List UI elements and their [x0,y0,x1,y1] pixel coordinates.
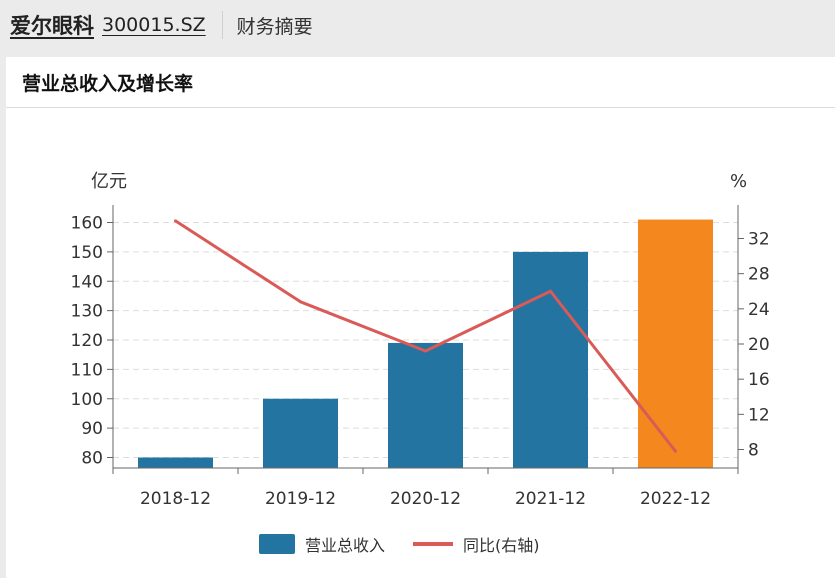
y-left-tick-label: 130 [71,302,103,322]
yoy-growth-point [674,449,677,453]
y-right-tick-label: 12 [748,405,770,425]
y-left-tick-label: 110 [71,360,103,380]
revenue-bar [388,342,463,468]
revenue-bar [513,251,588,468]
y-right-tick-label: 8 [748,441,759,461]
y-left-tick-label: 160 [71,214,103,234]
y-left-tick-label: 120 [71,331,103,351]
y-left-tick-label: 90 [81,419,103,439]
x-tick-label: 2021-12 [515,489,586,509]
y-right-tick-label: 28 [748,265,770,285]
yoy-growth-point [299,300,302,304]
y-right-unit-label: % [730,171,747,192]
chart-legend: 营业总收入 同比(右轴) [259,532,540,556]
y-right-tick-label: 16 [748,370,770,390]
revenue-chart: 80 90 100 110 120 130 140 150 160 8 12 16 20 24 28 32 20… [71,171,770,509]
revenue-bar [638,219,713,468]
y-left-tick-label: 80 [81,449,103,469]
yoy-growth-point [549,289,552,293]
y-right-tick-label: 20 [748,335,770,355]
x-tick-label: 2020-12 [390,489,461,509]
yoy-growth-point [424,349,427,353]
revenue-bar [138,457,213,468]
yoy-growth-point [174,219,177,223]
y-left-unit-label: 亿元 [91,171,127,192]
legend-bar-swatch[interactable] [259,534,295,554]
x-tick-label: 2018-12 [140,489,211,509]
legend-bar-label[interactable]: 营业总收入 [305,532,385,556]
y-left-tick-label: 140 [71,272,103,292]
legend-line-swatch[interactable] [413,542,454,546]
legend-line-label[interactable]: 同比(右轴) [463,532,540,556]
x-tick-label: 2022-12 [640,489,711,509]
y-left-tick-label: 150 [71,243,103,263]
y-right-tick-label: 24 [748,300,770,320]
y-right-tick-label: 32 [748,230,770,250]
y-left-tick-label: 100 [71,390,103,410]
x-tick-label: 2019-12 [265,489,336,509]
revenue-bar [263,398,338,468]
